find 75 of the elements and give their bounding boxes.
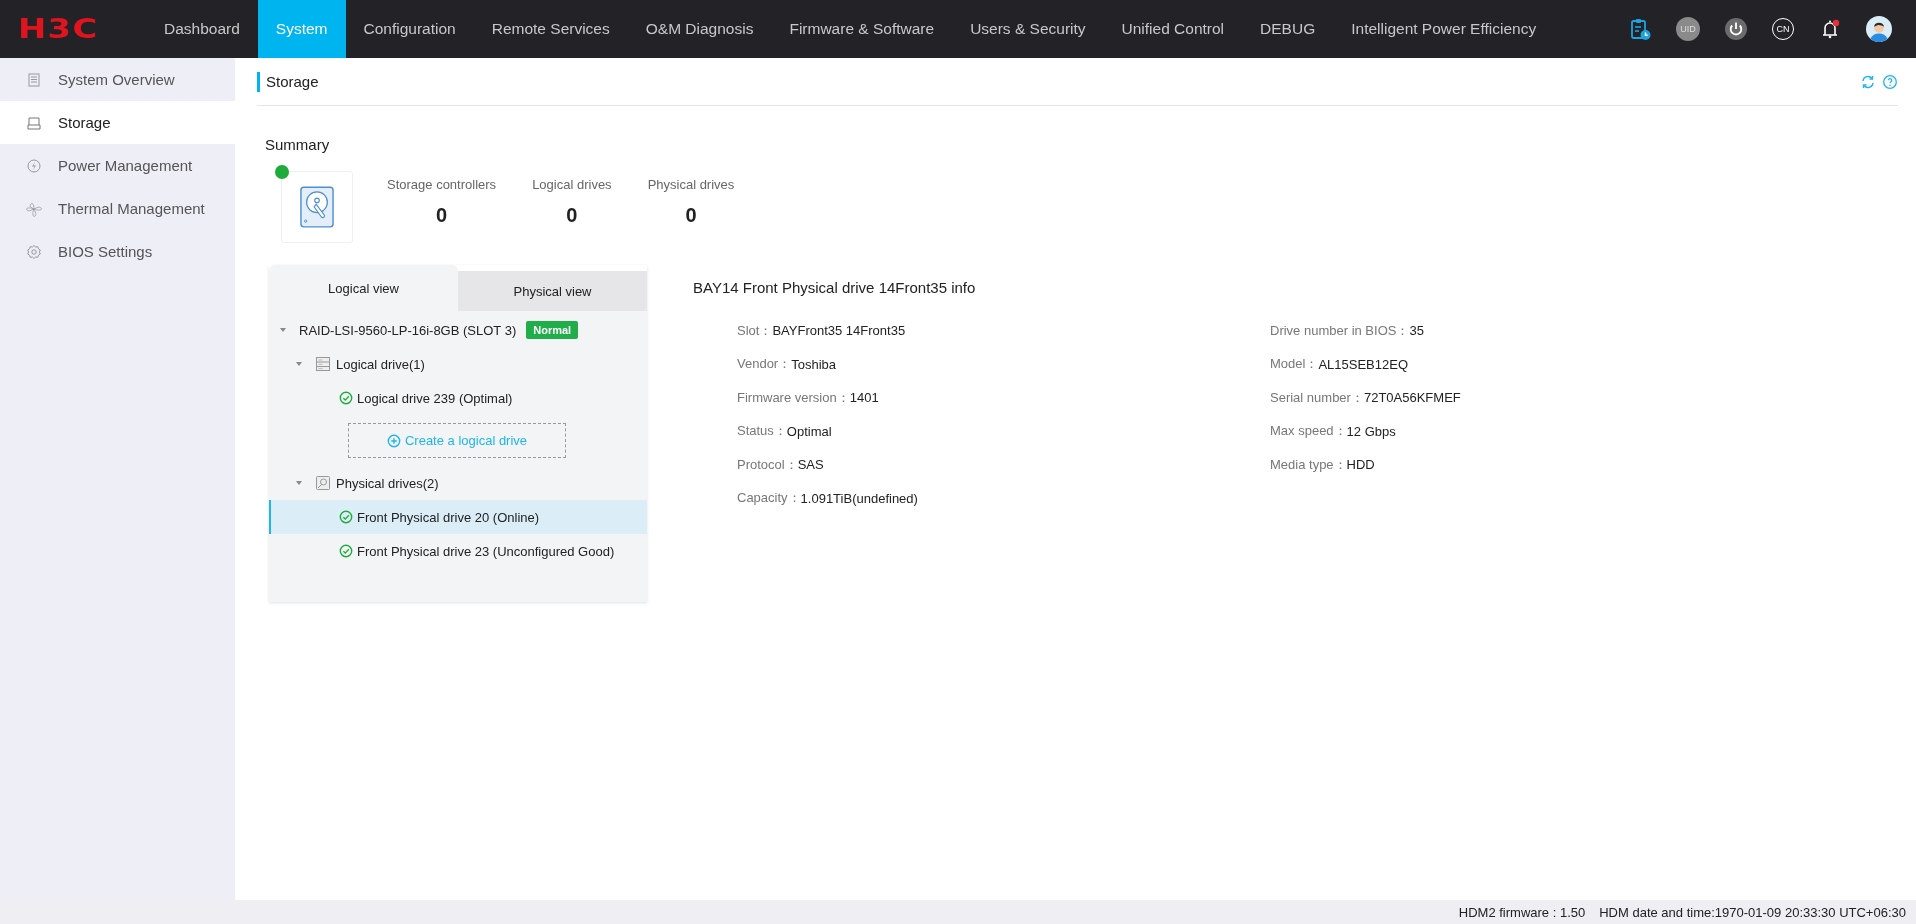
status-badge: Normal	[526, 321, 579, 339]
refresh-icon[interactable]	[1860, 73, 1876, 90]
caret-icon[interactable]	[279, 326, 287, 334]
stat-label: Physical drives	[647, 177, 735, 192]
help-icon[interactable]	[1882, 73, 1898, 90]
field-label: Media type：	[1270, 455, 1347, 474]
drive-item[interactable]: Front Physical drive 23 (Unconfigured Good)	[269, 534, 647, 568]
server-rack-icon	[315, 356, 331, 372]
field-value: 12 Gbps	[1346, 423, 1396, 439]
drive-item[interactable]: Logical drive 239 (Optimal)	[269, 381, 647, 415]
field-label: Slot：	[737, 321, 773, 340]
h3c-logo: H3C	[18, 14, 100, 44]
sidebar-item[interactable]: BIOS Settings	[0, 230, 235, 273]
nav-tab[interactable]: Unified Control	[1103, 0, 1243, 58]
section-title: Summary	[265, 136, 331, 153]
tree-group-item[interactable]: Logical drive(1)	[336, 356, 425, 372]
stat-value: 0	[685, 204, 697, 227]
nav-tab[interactable]: Intelligent Power Efficiency	[1333, 0, 1555, 58]
view-tab[interactable]: Logical view	[269, 265, 458, 311]
field-label: Status：	[737, 422, 787, 441]
tree-group-item[interactable]: Physical drives(2)	[336, 475, 439, 491]
field-value: HDD	[1346, 457, 1375, 473]
caret-icon[interactable]	[295, 479, 303, 487]
nav-tab[interactable]: Configuration	[345, 0, 474, 58]
check-circle-icon	[339, 510, 353, 524]
field-value: AL15SEB12EQ	[1318, 356, 1409, 372]
field-value: Toshiba	[791, 356, 836, 372]
field-value: SAS	[797, 457, 824, 473]
nav-tab[interactable]: Users & Security	[952, 0, 1104, 58]
check-circle-icon	[339, 544, 353, 558]
field-label: Serial number：	[1270, 388, 1364, 407]
field-label: Vendor：	[737, 355, 792, 374]
check-circle-icon	[339, 391, 353, 405]
nav-tab[interactable]: Firmware & Software	[771, 0, 953, 58]
caret-icon[interactable]	[295, 360, 303, 368]
stat-label: Logical drives	[532, 177, 612, 192]
disk-drive-icon	[315, 475, 331, 491]
plus-circle-icon	[386, 433, 401, 448]
field-value: 72T0A56KFMEF	[1363, 390, 1461, 406]
field-value: Optimal	[786, 423, 832, 439]
clipboard-clock-icon[interactable]	[1628, 17, 1652, 41]
field-label: Max speed：	[1270, 422, 1347, 441]
field-value: 1.091TiB(undefined)	[800, 490, 918, 506]
user-avatar-icon[interactable]	[1866, 16, 1892, 42]
drive-item[interactable]: Front Physical drive 20 (Online)	[269, 500, 647, 534]
field-label: Protocol：	[737, 455, 798, 474]
status-text: HDM2 firmware : 1.50	[1458, 904, 1586, 920]
field-value: 35	[1409, 323, 1424, 339]
field-label: Firmware version：	[737, 388, 850, 407]
fan-icon	[26, 200, 42, 217]
nav-tab[interactable]: O&M Diagnosis	[627, 0, 772, 58]
view-tab[interactable]: Physical view	[458, 271, 647, 311]
drive-info-title: BAY14 Front Physical drive 14Front35 info	[693, 278, 977, 296]
status-text: HDM date and time:1970-01-09 20:33:30 UTC+06:30	[1599, 904, 1906, 920]
list-icon	[26, 71, 42, 88]
field-label: Model：	[1270, 355, 1319, 374]
sidebar-item[interactable]: System Overview	[0, 58, 235, 101]
controller-item[interactable]: RAID-LSI-9560-LP-16i-8GB (SLOT 3)	[299, 322, 517, 338]
lightning-icon	[26, 157, 42, 174]
nav-tab[interactable]: DEBUG	[1242, 0, 1334, 58]
stat-value: 0	[566, 204, 578, 227]
nav-tab[interactable]: Remote Services	[473, 0, 628, 58]
sidebar-item[interactable]: Storage	[0, 101, 235, 144]
field-value: BAYFront35 14Front35	[772, 323, 906, 339]
field-label: Capacity：	[737, 489, 801, 508]
field-value: 1401	[849, 390, 879, 406]
stat-label: Storage controllers	[387, 177, 497, 192]
nav-tab[interactable]: Dashboard	[146, 0, 258, 58]
field-label: Drive number in BIOS：	[1270, 321, 1410, 340]
sidebar-item[interactable]: Power Management	[0, 144, 235, 187]
page-title: Storage	[257, 71, 319, 92]
stat-value: 0	[436, 204, 448, 227]
settings-icon	[26, 243, 42, 260]
sidebar-item[interactable]: Thermal Management	[0, 187, 235, 230]
power-icon[interactable]	[1724, 17, 1748, 41]
